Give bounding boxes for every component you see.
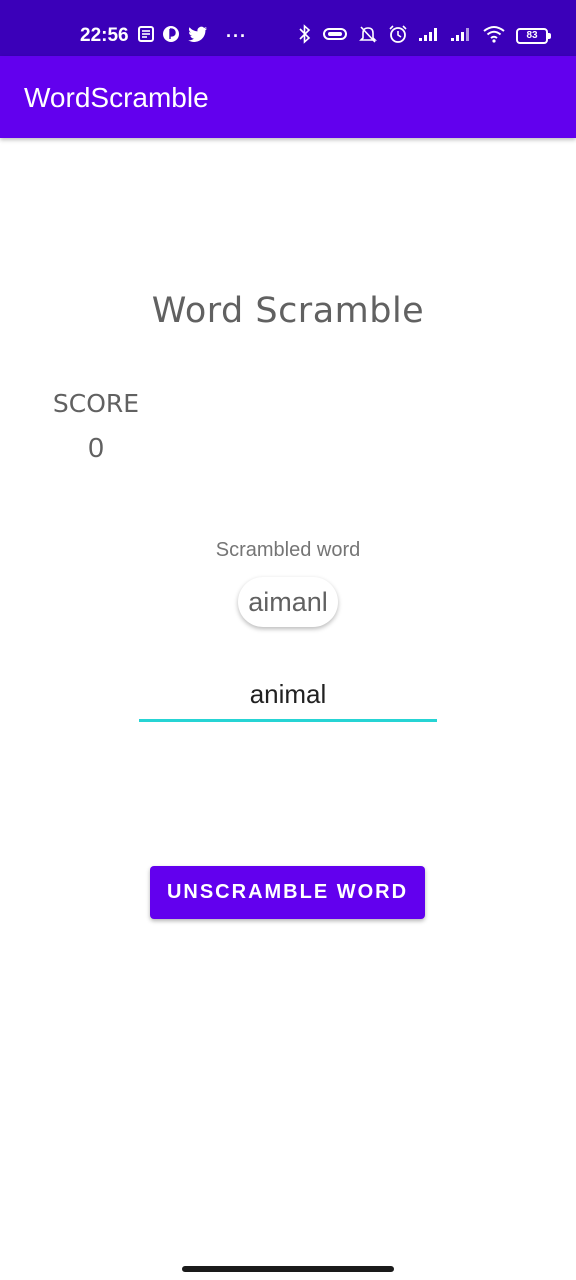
alarm-icon (388, 24, 408, 48)
signal-1-icon (418, 26, 440, 46)
app-bar: WordScramble (0, 56, 576, 138)
score-label: SCORE (52, 389, 140, 418)
unscramble-word-button[interactable]: UNSCRAMBLE WORD (150, 866, 425, 919)
scrambled-word: aimanl (248, 586, 328, 617)
vibrate-icon (322, 26, 348, 46)
score-value: 0 (88, 432, 104, 463)
signal-2-icon (450, 26, 472, 46)
status-left-icons: ··· (138, 24, 247, 48)
more-notifications-icon: ··· (226, 26, 247, 46)
circle-p-icon (162, 25, 180, 47)
home-indicator[interactable] (182, 1266, 394, 1272)
battery-level: 83 (526, 30, 538, 41)
status-bar: 22:56 ··· 83 (0, 0, 576, 56)
battery-icon: 83 (516, 28, 551, 44)
twitter-icon (188, 26, 208, 47)
bluetooth-icon (298, 24, 312, 48)
notes-icon (138, 26, 154, 46)
wifi-icon (482, 25, 506, 47)
mute-bell-icon (358, 24, 378, 48)
game-title: Word Scramble (151, 291, 425, 331)
status-time: 22:56 (80, 25, 129, 46)
answer-input[interactable] (139, 676, 437, 722)
status-right-icons: 83 (298, 24, 551, 48)
scrambled-word-label: Scrambled word (215, 539, 361, 561)
app-title: WordScramble (24, 82, 209, 113)
scrambled-word-chip: aimanl (238, 577, 338, 627)
